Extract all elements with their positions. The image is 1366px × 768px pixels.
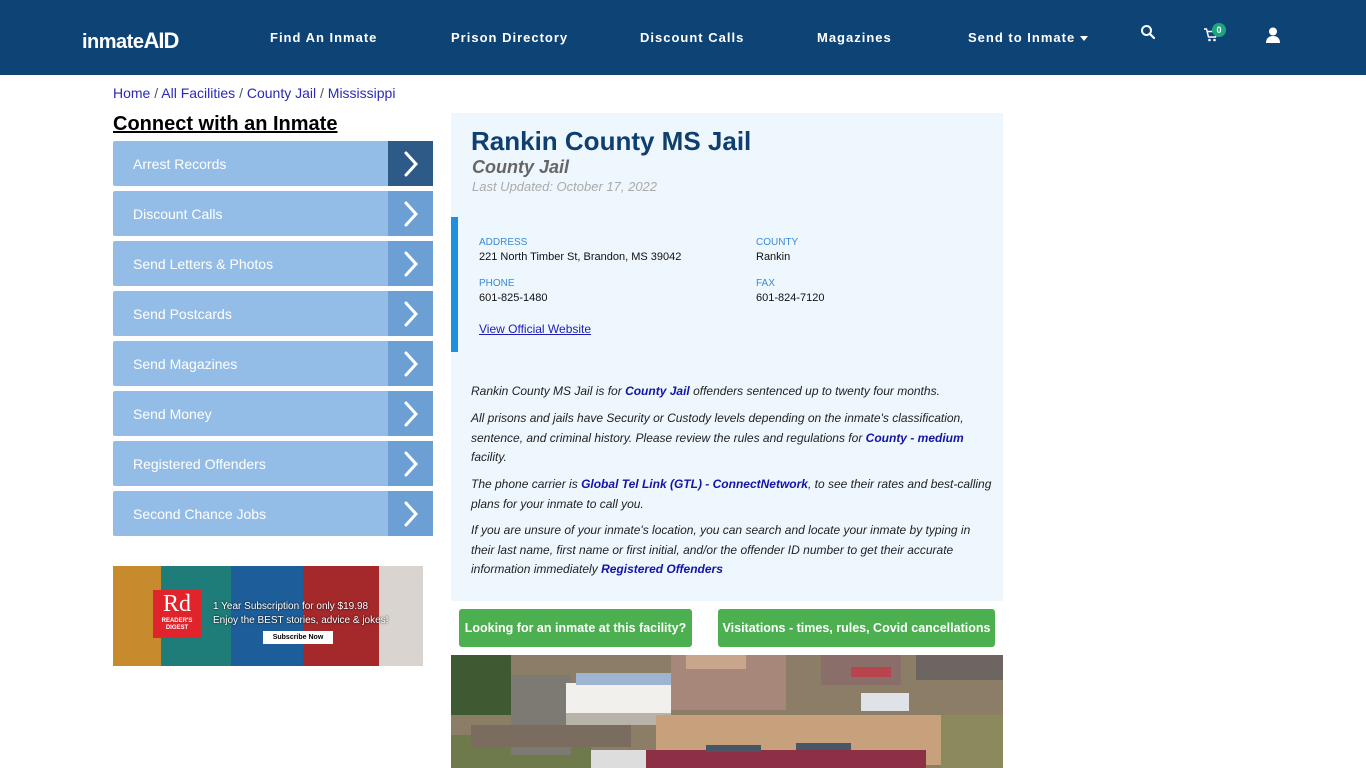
sidebar-item-arrest-records[interactable]: Arrest Records bbox=[113, 141, 433, 186]
logo-text-aid: AID bbox=[143, 28, 179, 53]
registered-offenders-link[interactable]: Registered Offenders bbox=[601, 562, 723, 576]
logo-readers: READER'S bbox=[161, 618, 193, 624]
nav-discount-calls[interactable]: Discount Calls bbox=[640, 0, 744, 75]
sidebar-title: Connect with an Inmate bbox=[113, 113, 338, 135]
readers-digest-ad-banner[interactable]: Rd READER'S DIGEST 1 Year Subscription f… bbox=[113, 566, 423, 666]
logo-digest: DIGEST bbox=[165, 625, 189, 631]
nav-find-inmate[interactable]: Find An Inmate bbox=[270, 0, 377, 75]
chevron-right-icon bbox=[388, 141, 433, 186]
facility-aerial-photo bbox=[451, 655, 1003, 768]
county-label: COUNTY bbox=[756, 237, 799, 248]
sidebar-item-label: Arrest Records bbox=[133, 155, 227, 172]
fax-label: FAX bbox=[756, 278, 775, 289]
logo-text-inmate: inmate bbox=[82, 31, 144, 53]
breadcrumb-county-jail[interactable]: County Jail bbox=[247, 85, 316, 101]
site-logo[interactable]: inmate AID bbox=[82, 22, 179, 54]
ad-offer-text: 1 Year Subscription for only $19.98 bbox=[213, 601, 369, 612]
cart-count-badge: 0 bbox=[1212, 23, 1226, 37]
facility-title: Rankin County MS Jail bbox=[471, 126, 752, 156]
desc-text: facility. bbox=[471, 450, 507, 464]
sidebar-item-discount-calls[interactable]: Discount Calls bbox=[113, 191, 433, 236]
sidebar-item-label: Second Chance Jobs bbox=[133, 505, 267, 522]
sidebar-item-send-money[interactable]: Send Money bbox=[113, 391, 433, 436]
visitation-info-button[interactable]: Visitations - times, rules, Covid cancel… bbox=[718, 609, 995, 647]
county-jail-link[interactable]: County Jail bbox=[625, 384, 690, 398]
breadcrumb-separator: / bbox=[320, 85, 324, 101]
sidebar-item-label: Send Magazines bbox=[133, 355, 238, 372]
sidebar-item-registered-offenders[interactable]: Registered Offenders bbox=[113, 441, 433, 486]
find-inmate-at-facility-button[interactable]: Looking for an inmate at this facility? bbox=[459, 609, 692, 647]
breadcrumb-separator: / bbox=[154, 85, 159, 101]
sidebar-item-send-postcards[interactable]: Send Postcards bbox=[113, 291, 433, 336]
county-value: Rankin bbox=[756, 251, 791, 263]
search-icon[interactable] bbox=[1140, 24, 1164, 48]
breadcrumb-home[interactable]: Home bbox=[113, 85, 150, 101]
top-navbar: inmate AID Find An Inmate Prison Director… bbox=[0, 0, 1366, 75]
breadcrumb: Home / All Facilities / County Jail / Mi… bbox=[113, 85, 395, 101]
description-paragraph: If you are unsure of your inmate's locat… bbox=[471, 521, 996, 580]
sidebar-item-send-magazines[interactable]: Send Magazines bbox=[113, 341, 433, 386]
chevron-right-icon bbox=[388, 391, 433, 436]
chevron-right-icon bbox=[388, 241, 433, 286]
phone-label: PHONE bbox=[479, 278, 515, 289]
breadcrumb-separator: / bbox=[239, 85, 243, 101]
desc-text: offenders sentenced up to twenty four mo… bbox=[689, 384, 940, 398]
chevron-right-icon bbox=[388, 441, 433, 486]
address-value: 221 North Timber St, Brandon, MS 39042 bbox=[479, 251, 682, 263]
logo-rd: Rd bbox=[162, 591, 191, 617]
desc-text: Rankin County MS Jail is for bbox=[471, 384, 626, 398]
sidebar-item-label: Discount Calls bbox=[133, 205, 223, 222]
ad-tagline-text: Enjoy the BEST stories, advice & jokes! bbox=[213, 615, 389, 626]
official-website-link[interactable]: View Official Website bbox=[479, 322, 591, 336]
description-paragraph: The phone carrier is Global Tel Link (GT… bbox=[471, 475, 996, 514]
desc-text: The phone carrier is bbox=[471, 477, 582, 491]
description-paragraph: Rankin County MS Jail is for County Jail… bbox=[471, 382, 996, 402]
facility-type: County Jail bbox=[472, 157, 570, 177]
sidebar-menu: Arrest Records Discount Calls Send Lette… bbox=[113, 141, 433, 541]
info-accent-bar bbox=[451, 217, 458, 352]
user-icon[interactable] bbox=[1266, 27, 1290, 51]
breadcrumb-all-facilities[interactable]: All Facilities bbox=[161, 85, 235, 101]
sidebar-item-send-letters-photos[interactable]: Send Letters & Photos bbox=[113, 241, 433, 286]
sidebar-item-label: Send Money bbox=[133, 405, 212, 422]
chevron-right-icon bbox=[388, 341, 433, 386]
sidebar-item-label: Registered Offenders bbox=[133, 455, 266, 472]
security-level-link[interactable]: County - medium bbox=[866, 431, 964, 445]
nav-send-to-inmate[interactable]: Send to Inmate bbox=[968, 0, 1089, 75]
fax-value: 601-824-7120 bbox=[756, 292, 825, 304]
chevron-right-icon bbox=[388, 191, 433, 236]
phone-value: 601-825-1480 bbox=[479, 292, 548, 304]
description-paragraph: All prisons and jails have Security or C… bbox=[471, 409, 996, 468]
nav-prison-directory[interactable]: Prison Directory bbox=[451, 0, 568, 75]
address-label: ADDRESS bbox=[479, 237, 528, 248]
chevron-right-icon bbox=[388, 491, 433, 536]
chevron-right-icon bbox=[388, 291, 433, 336]
sidebar-item-label: Send Postcards bbox=[133, 305, 232, 322]
phone-carrier-link[interactable]: Global Tel Link (GTL) - ConnectNetwork bbox=[581, 477, 808, 491]
ad-subscribe-button[interactable]: Subscribe Now bbox=[263, 631, 333, 644]
caret-down-icon bbox=[1080, 35, 1089, 41]
sidebar-item-second-chance-jobs[interactable]: Second Chance Jobs bbox=[113, 491, 433, 536]
breadcrumb-mississippi[interactable]: Mississippi bbox=[328, 85, 396, 101]
last-updated: Last Updated: October 17, 2022 bbox=[472, 179, 658, 194]
sidebar-item-label: Send Letters & Photos bbox=[133, 255, 274, 272]
nav-send-to-inmate-label: Send to Inmate bbox=[968, 30, 1076, 45]
readers-digest-logo: Rd READER'S DIGEST bbox=[153, 590, 201, 638]
nav-magazines[interactable]: Magazines bbox=[817, 0, 892, 75]
